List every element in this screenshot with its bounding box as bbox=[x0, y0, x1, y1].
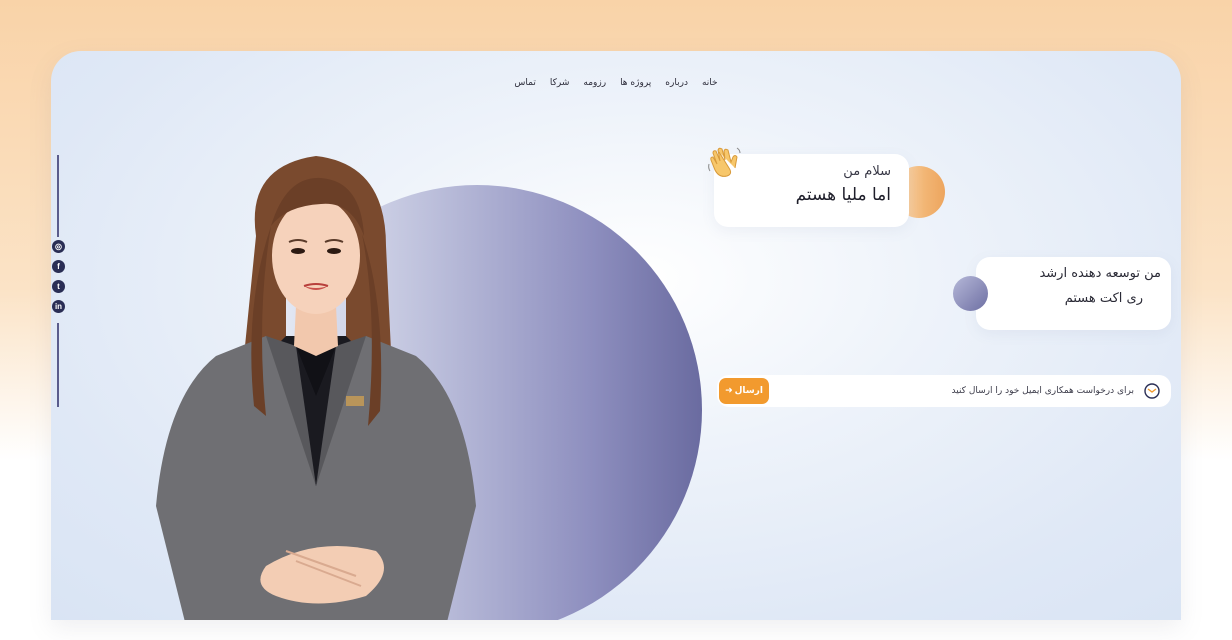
email-prompt: برای درخواست همکاری ایمیل خود را ارسال ک… bbox=[951, 386, 1134, 396]
profile-photo bbox=[156, 156, 476, 620]
send-button-label: ارسال bbox=[734, 386, 763, 396]
main-frame: خانه درباره پروژه ها رزومه شرکا تماس ◎ f… bbox=[51, 51, 1181, 620]
mail-icon bbox=[1144, 383, 1160, 399]
social-divider-bottom bbox=[57, 323, 59, 407]
send-button[interactable]: ارسال ➜ bbox=[719, 378, 769, 404]
greeting-line2: اما ملیا هستم bbox=[795, 185, 891, 205]
linkedin-icon[interactable]: in bbox=[52, 300, 65, 313]
nav-item-projects[interactable]: پروژه ها bbox=[613, 77, 658, 89]
instagram-icon[interactable]: ◎ bbox=[52, 240, 65, 253]
decor-purple-circle bbox=[953, 276, 988, 311]
nav-item-home[interactable]: خانه bbox=[695, 77, 725, 89]
email-contact-bar: برای درخواست همکاری ایمیل خود را ارسال ک… bbox=[717, 375, 1171, 407]
role-line2: ری اکت هستم bbox=[1064, 291, 1143, 306]
waving-hand-icon bbox=[708, 147, 741, 177]
top-nav: خانه درباره پروژه ها رزومه شرکا تماس bbox=[51, 77, 1181, 89]
nav-item-partners[interactable]: شرکا bbox=[543, 77, 577, 89]
greeting-card: سلام من اما ملیا هستم bbox=[714, 154, 909, 227]
nav-item-about[interactable]: درباره bbox=[658, 77, 695, 89]
social-links: ◎ f t in bbox=[52, 240, 65, 313]
twitter-icon[interactable]: t bbox=[52, 280, 65, 293]
facebook-icon[interactable]: f bbox=[52, 260, 65, 273]
nav-item-resume[interactable]: رزومه bbox=[576, 77, 613, 89]
send-arrow-icon: ➜ bbox=[725, 386, 733, 396]
role-line1: من توسعه دهنده ارشد bbox=[1039, 266, 1161, 281]
role-card: من توسعه دهنده ارشد ری اکت هستم bbox=[976, 257, 1171, 330]
nav-item-contact[interactable]: تماس bbox=[507, 77, 542, 89]
social-divider-top bbox=[57, 155, 59, 237]
